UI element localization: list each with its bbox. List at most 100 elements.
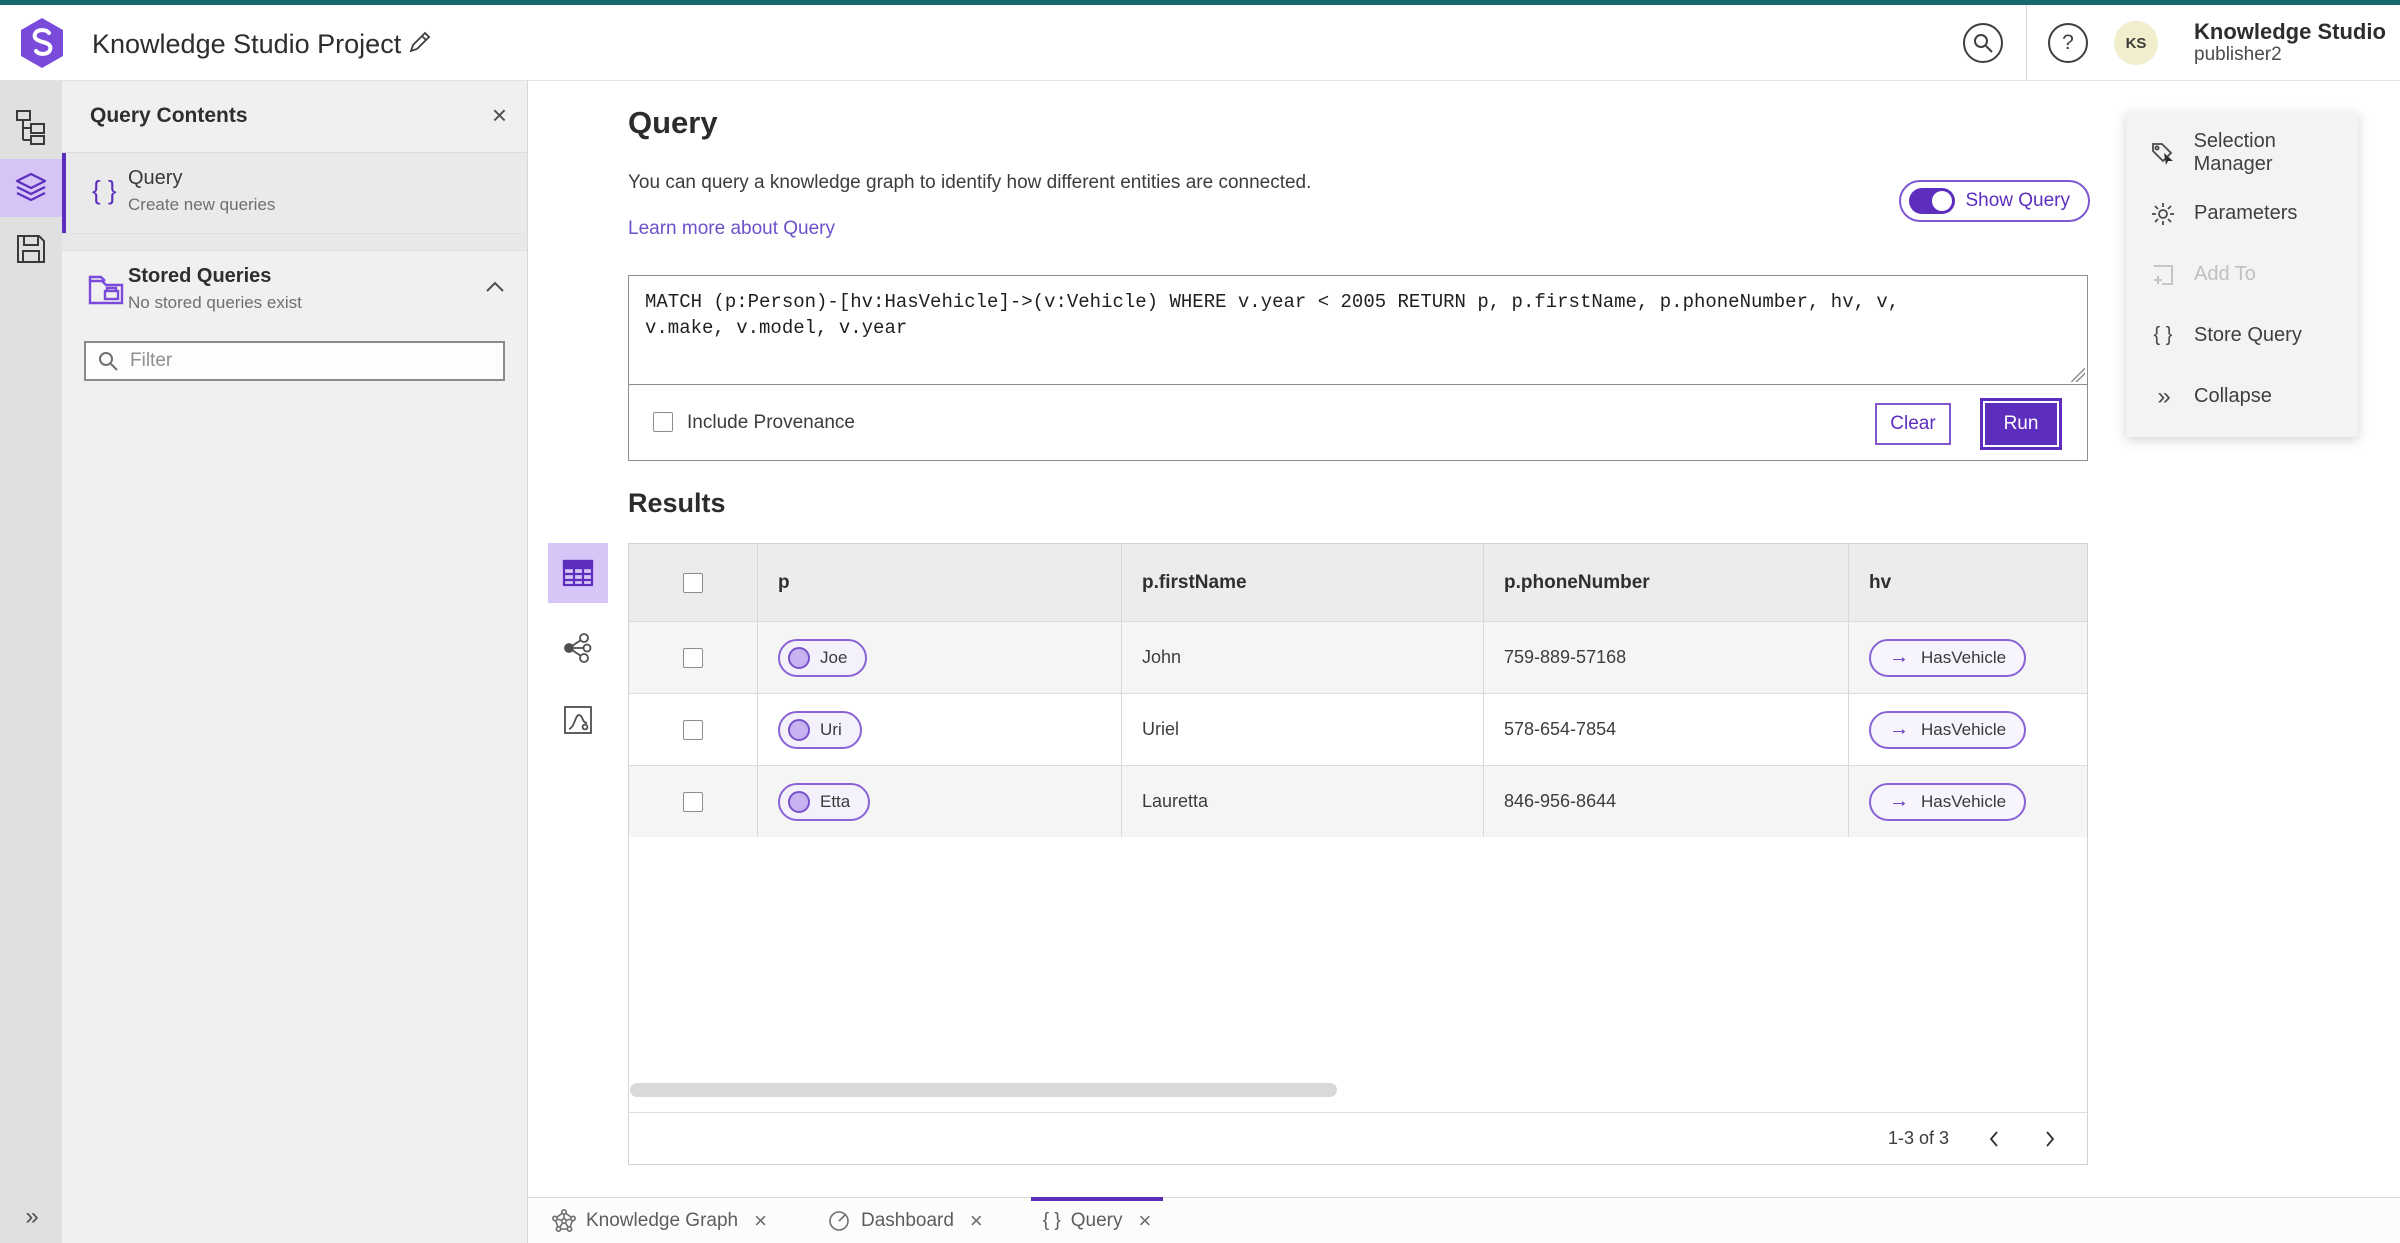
table-row: Joe John 759-889-57168 → HasVehicle xyxy=(629,621,2087,693)
node-pill[interactable]: Uri xyxy=(778,710,862,749)
selection-manager-button[interactable]: Selection Manager xyxy=(2126,122,2358,183)
cell-phonenumber: 578-654-7854 xyxy=(1504,719,1617,739)
braces-icon: { } xyxy=(92,175,117,205)
app-logo xyxy=(18,17,66,69)
bottom-tab-bar: Knowledge Graph × Dashboard × { } Query … xyxy=(528,1197,2400,1243)
run-button[interactable]: Run xyxy=(1983,401,2059,447)
cell-firstname: John xyxy=(1142,647,1182,667)
query-description: You can query a knowledge graph to ident… xyxy=(628,172,1312,193)
cell-firstname: Uriel xyxy=(1142,719,1180,739)
toggle-knob xyxy=(1932,191,1953,211)
tab-label: Query xyxy=(1070,1209,1123,1231)
horizontal-scrollbar-thumb[interactable] xyxy=(630,1083,1337,1097)
row-checkbox[interactable] xyxy=(683,719,703,740)
collapse-section-chevron-up-icon[interactable] xyxy=(485,281,505,293)
query-editor-textarea[interactable]: MATCH (p:Person)-[hv:HasVehicle]->(v:Veh… xyxy=(629,276,2087,384)
close-tab-icon[interactable]: × xyxy=(754,1208,767,1234)
query-item[interactable]: { } Query Create new queries xyxy=(62,153,527,233)
filter-input[interactable] xyxy=(128,349,492,373)
account-username: publisher2 xyxy=(2194,44,2282,66)
previous-page-button[interactable] xyxy=(1983,1126,2005,1152)
add-to-icon xyxy=(2148,262,2178,288)
double-chevron-right-icon: » xyxy=(2157,382,2170,410)
left-icon-rail: » xyxy=(0,80,62,1243)
stored-queries-title: Stored Queries xyxy=(128,265,272,287)
add-to-button[interactable]: Add To xyxy=(2126,244,2358,305)
results-view-toolbar xyxy=(548,543,608,735)
account-name: Knowledge Studio xyxy=(2194,19,2386,44)
user-avatar[interactable]: KS xyxy=(2114,21,2158,65)
avatar-initials: KS xyxy=(2125,34,2147,52)
include-provenance-checkbox[interactable] xyxy=(653,412,673,432)
braces-icon: { } xyxy=(1042,1209,1061,1231)
rail-save-button[interactable] xyxy=(0,220,62,278)
node-pill[interactable]: Etta xyxy=(778,782,871,821)
rail-layers-button[interactable] xyxy=(0,159,62,217)
app-screen: Knowledge Studio Project ? KS Knowledge … xyxy=(0,0,2400,1243)
edit-title-icon[interactable] xyxy=(405,29,433,57)
results-heading: Results xyxy=(628,488,726,518)
include-provenance-label: Include Provenance xyxy=(687,412,855,433)
tab-knowledge-graph[interactable]: Knowledge Graph × xyxy=(540,1198,779,1243)
query-contents-panel: Query Contents × { } Query Create new qu… xyxy=(62,80,528,1243)
store-query-button[interactable]: { } Store Query xyxy=(2126,305,2358,366)
row-checkbox[interactable] xyxy=(683,791,703,812)
column-header-p[interactable]: p xyxy=(778,572,790,594)
search-button[interactable] xyxy=(1963,23,2003,63)
question-icon: ? xyxy=(2062,31,2074,54)
account-info: Knowledge Studio publisher2 xyxy=(2194,19,2386,66)
arrow-right-icon: → xyxy=(1889,790,1909,812)
close-tab-icon[interactable]: × xyxy=(970,1208,983,1234)
node-pill[interactable]: Joe xyxy=(778,638,868,677)
clear-button[interactable]: Clear xyxy=(1875,403,1951,445)
tab-dashboard[interactable]: Dashboard × xyxy=(815,1198,995,1243)
collapse-panel-button[interactable]: » Collapse xyxy=(2126,366,2358,427)
add-to-label: Add To xyxy=(2194,263,2256,285)
column-header-hv[interactable]: hv xyxy=(1869,572,1891,594)
table-icon xyxy=(562,559,594,587)
braces-icon: { } xyxy=(2153,324,2173,346)
expand-rail-button[interactable]: » xyxy=(0,1203,62,1231)
tab-query[interactable]: { } Query × xyxy=(1030,1197,1164,1243)
network-icon xyxy=(563,633,593,663)
store-query-label: Store Query xyxy=(2194,324,2302,346)
column-header-firstname[interactable]: p.firstName xyxy=(1142,572,1247,594)
query-heading: Query xyxy=(628,105,718,140)
edge-pill[interactable]: → HasVehicle xyxy=(1869,782,2027,821)
parameters-label: Parameters xyxy=(2194,202,2298,224)
layers-icon xyxy=(14,172,48,204)
selection-manager-label: Selection Manager xyxy=(2193,129,2276,175)
header-divider xyxy=(2026,5,2027,80)
node-label: Etta xyxy=(820,791,851,811)
parameters-button[interactable]: Parameters xyxy=(2126,183,2358,244)
node-icon xyxy=(788,646,810,669)
select-all-checkbox[interactable] xyxy=(683,572,703,593)
help-button[interactable]: ? xyxy=(2048,23,2088,63)
column-header-phonenumber[interactable]: p.phoneNumber xyxy=(1504,572,1650,594)
close-tab-icon[interactable]: × xyxy=(1139,1208,1152,1234)
next-page-button[interactable] xyxy=(2039,1126,2061,1152)
textarea-resize-handle[interactable] xyxy=(2071,368,2085,382)
arrow-right-icon: → xyxy=(1889,646,1909,668)
close-panel-button[interactable]: × xyxy=(492,100,507,131)
query-item-subtitle: Create new queries xyxy=(128,195,276,214)
edge-pill[interactable]: → HasVehicle xyxy=(1869,710,2027,749)
query-actions-panel: Selection Manager Parameters Add To { } xyxy=(2126,112,2358,437)
node-icon xyxy=(788,718,810,741)
table-view-button[interactable] xyxy=(548,543,608,603)
double-chevron-right-icon: » xyxy=(25,1203,38,1230)
edge-pill[interactable]: → HasVehicle xyxy=(1869,638,2027,677)
table-row: Uri Uriel 578-654-7854 → HasVehicle xyxy=(629,693,2087,765)
show-query-toggle[interactable]: Show Query xyxy=(1899,180,2090,222)
filter-search-icon xyxy=(99,352,118,371)
graph-view-button[interactable] xyxy=(563,633,593,663)
tab-label: Knowledge Graph xyxy=(586,1209,739,1231)
chart-view-button[interactable] xyxy=(563,705,593,735)
knowledge-graph-icon xyxy=(552,1208,576,1233)
learn-more-link[interactable]: Learn more about Query xyxy=(628,218,835,240)
toggle-switch-on[interactable] xyxy=(1909,188,1956,214)
dashboard-gauge-icon xyxy=(827,1209,851,1233)
row-checkbox[interactable] xyxy=(683,647,703,668)
rail-hierarchy-button[interactable] xyxy=(0,98,62,156)
stored-queries-item[interactable]: Stored Queries No stored queries exist xyxy=(62,251,527,333)
